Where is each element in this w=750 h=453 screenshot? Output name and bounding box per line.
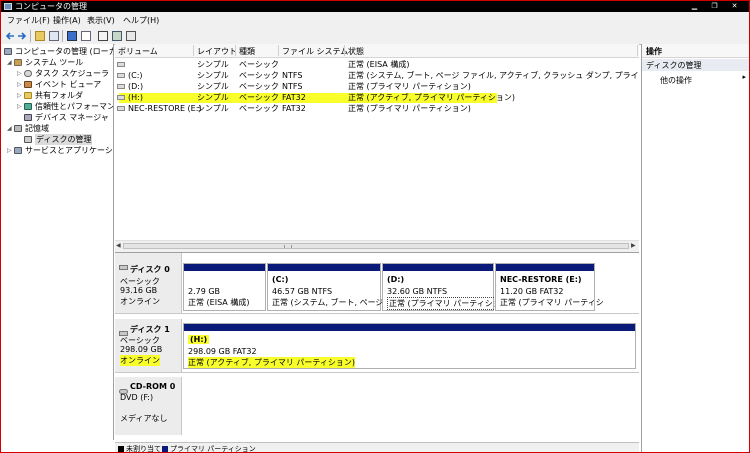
disk-graphical-view: ディスク 0 ベーシック 93.16 GB オンライン 2.79 GB 正常 (… — [115, 253, 639, 441]
export-list-icon[interactable] — [98, 31, 108, 41]
device-manager-icon — [24, 114, 32, 121]
menu-action[interactable]: 操作(A) — [53, 15, 81, 26]
volume-row[interactable]: (C:) シンプル ベーシック NTFS 正常 (システム, ブート, ページ … — [115, 70, 639, 81]
volume-icon — [117, 62, 125, 67]
services-icon — [14, 147, 22, 154]
legend-primary-swatch — [162, 446, 168, 452]
legend-bar: 未割り当て プライマリ パーティション — [115, 442, 639, 452]
computer-icon — [4, 48, 12, 55]
horizontal-scrollbar[interactable]: ◀ ▶ — [115, 240, 639, 252]
column-header-type[interactable]: 種類 — [239, 46, 255, 57]
view-icon[interactable] — [126, 31, 136, 41]
clock-icon — [24, 70, 32, 77]
back-arrow-icon[interactable] — [5, 31, 15, 41]
volume-row[interactable]: (D:) シンプル ベーシック NTFS 正常 (プライマリ パーティション) — [115, 81, 639, 92]
scroll-right-icon[interactable]: ▶ — [631, 242, 636, 249]
partition-d[interactable]: (D:) 32.60 GB NTFS 正常 (プライマリ パーティション) — [382, 263, 514, 311]
console-tree: コンピュータの管理 (ローカル) ◢ システム ツール ▷ タスク スケジューラ… — [1, 44, 114, 440]
expand-arrow-icon[interactable]: ▷ — [17, 90, 24, 101]
partition-nec-restore[interactable]: NEC-RESTORE (E:) 11.20 GB FAT32 正常 (プライマ… — [495, 263, 604, 311]
close-button[interactable]: ✕ — [729, 2, 740, 11]
properties-icon[interactable] — [81, 31, 91, 41]
collapse-arrow-icon[interactable]: ◢ — [7, 57, 14, 68]
partition-eisa[interactable]: 2.79 GB 正常 (EISA 構成) — [183, 263, 266, 311]
volume-row[interactable]: シンプル ベーシック 正常 (EISA 構成) — [115, 59, 639, 70]
volume-row[interactable]: NEC-RESTORE (E:) シンプル ベーシック FAT32 正常 (プラ… — [115, 103, 639, 114]
event-viewer-icon — [24, 81, 32, 88]
expand-arrow-icon[interactable]: ▷ — [17, 68, 24, 79]
show-tree-icon[interactable] — [49, 31, 59, 41]
collapse-arrow-icon[interactable]: ◢ — [7, 123, 14, 134]
disk-row[interactable]: ディスク 1 ベーシック 298.09 GB オンライン (H:) 298.09… — [115, 319, 639, 373]
disk-row[interactable]: ディスク 0 ベーシック 93.16 GB オンライン 2.79 GB 正常 (… — [115, 253, 639, 314]
menu-file[interactable]: ファイル(F) — [7, 15, 50, 26]
disk-info: ディスク 0 ベーシック 93.16 GB オンライン — [115, 253, 182, 313]
actions-section-disk-management[interactable]: ディスクの管理 — [642, 59, 749, 71]
disk-management-icon — [24, 136, 32, 143]
partition-c[interactable]: (C:) 46.57 GB NTFS 正常 (システム, ブート, ページ ファ — [267, 263, 402, 311]
storage-icon — [14, 125, 22, 132]
disk-icon — [119, 265, 128, 270]
tools-icon — [14, 59, 22, 66]
disk-info: ディスク 1 ベーシック 298.09 GB オンライン — [115, 319, 182, 372]
scroll-left-icon[interactable]: ◀ — [116, 242, 121, 249]
scrollbar-thumb[interactable] — [123, 243, 629, 249]
window-title: コンピュータの管理 — [15, 2, 87, 11]
forward-arrow-icon[interactable] — [17, 31, 27, 41]
chevron-right-icon[interactable]: ▸ — [742, 73, 746, 81]
expand-arrow-icon[interactable]: ▷ — [17, 101, 24, 112]
expand-arrow-icon[interactable]: ▷ — [17, 79, 24, 90]
menu-help[interactable]: ヘルプ(H) — [123, 15, 159, 26]
volume-list: ボリューム レイアウト 種類 ファイル システム 状態 シンプル ベーシック 正… — [115, 44, 639, 253]
performance-icon — [24, 103, 32, 110]
refresh-icon[interactable] — [112, 31, 122, 41]
volume-row[interactable]: (H:) シンプル ベーシック FAT32 正常 (アクティブ, プライマリ パ… — [115, 92, 639, 103]
help-icon[interactable] — [67, 31, 77, 41]
volume-list-header: ボリューム レイアウト 種類 ファイル システム 状態 — [115, 44, 639, 58]
toolbar — [1, 28, 749, 45]
more-actions-link[interactable]: 他の操作 — [660, 75, 692, 86]
volume-icon — [117, 95, 125, 100]
actions-header: 操作 — [642, 44, 749, 58]
legend-unallocated-swatch — [118, 446, 124, 452]
expand-arrow-icon[interactable]: ▷ — [7, 145, 14, 156]
shared-folder-icon — [24, 92, 32, 99]
up-folder-icon[interactable] — [35, 31, 45, 41]
column-header-volume[interactable]: ボリューム — [118, 46, 158, 57]
volume-icon — [117, 106, 125, 111]
column-header-layout[interactable]: レイアウト — [197, 46, 237, 57]
volume-icon — [117, 73, 125, 78]
actions-pane: 操作 ディスクの管理 他の操作 ▸ — [641, 44, 749, 452]
column-header-status[interactable]: 状態 — [348, 46, 364, 57]
disk-info: CD-ROM 0 DVD (F:) メディアなし — [115, 377, 182, 435]
cdrom-row[interactable]: CD-ROM 0 DVD (F:) メディアなし — [115, 377, 639, 435]
menu-view[interactable]: 表示(V) — [87, 15, 115, 26]
title-bar: コンピュータの管理 ▁ ❐ ✕ — [1, 1, 749, 12]
partition-h[interactable]: (H:) 298.09 GB FAT32 正常 (アクティブ, プライマリ パー… — [183, 323, 636, 369]
column-header-file-system[interactable]: ファイル システム — [282, 46, 348, 57]
volume-icon — [117, 84, 125, 89]
computer-management-icon — [4, 3, 12, 10]
menu-bar: ファイル(F) 操作(A) 表示(V) ヘルプ(H) — [1, 12, 749, 29]
computer-management-window: コンピュータの管理 ▁ ❐ ✕ ファイル(F) 操作(A) 表示(V) ヘルプ(… — [0, 0, 750, 453]
maximize-button[interactable]: ❐ — [709, 2, 720, 11]
minimize-button[interactable]: ▁ — [689, 2, 700, 11]
